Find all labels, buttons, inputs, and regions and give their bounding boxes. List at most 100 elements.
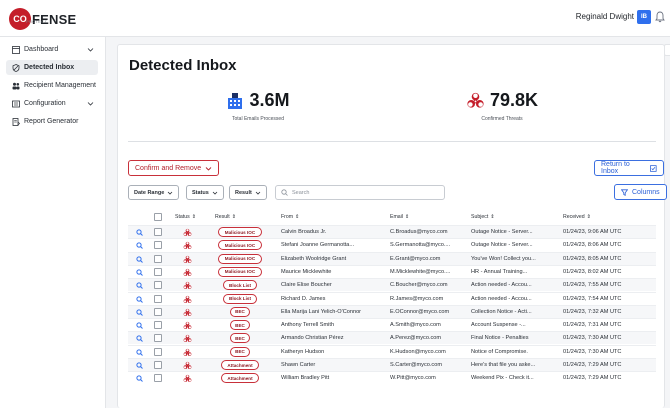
filter-icon — [621, 188, 628, 196]
page-title: Detected Inbox — [129, 57, 237, 74]
row-checkbox[interactable] — [154, 374, 162, 383]
email-cell: E.OConnor@myco.com — [390, 308, 450, 315]
result-filter[interactable]: Result — [229, 185, 267, 200]
columns-button[interactable]: Columns — [614, 184, 667, 200]
magnify-icon[interactable] — [136, 255, 143, 265]
stat-value: 3.6M — [249, 90, 290, 110]
from-cell: Shawn Carter — [281, 362, 316, 368]
table-row[interactable]: BEC Ella Marija Lani Yelich-O'Connor E.OCo… — [128, 304, 656, 318]
stat-confirmed-threats: 79.8K Confirmed Threats — [432, 90, 572, 122]
chevron-down-icon[interactable] — [87, 46, 94, 53]
search-placeholder: Search — [292, 189, 310, 196]
sidebar-item-report-generator[interactable]: Report Generator — [6, 114, 98, 129]
dashboard-icon — [11, 45, 20, 54]
table-row[interactable]: Block List Claire Elise Boucher C.Boucher@… — [128, 278, 656, 292]
received-cell: 01/24/23, 8:06 AM UTC — [563, 242, 622, 249]
from-cell: Stefani Joanne Germanotta... — [281, 242, 355, 249]
date-range-filter[interactable]: Date Range — [128, 185, 180, 200]
bell-icon[interactable] — [655, 11, 665, 23]
sidebar-item-detected-inbox[interactable]: Detected Inbox — [6, 60, 98, 75]
magnify-icon[interactable] — [136, 375, 143, 384]
column-header-email[interactable]: Email ⇕ — [390, 214, 409, 220]
select-all-checkbox[interactable] — [154, 213, 162, 221]
sort-icon: ⇕ — [231, 214, 237, 220]
table-row[interactable]: Malicious IOC Stefani Joanne Germanotta..… — [128, 238, 656, 251]
subject-cell: You've Won! Collect you... — [471, 255, 536, 262]
avatar[interactable]: IB — [637, 10, 651, 24]
column-label: Subject — [471, 214, 489, 220]
result-badge: BEC — [230, 333, 250, 344]
result-badge: Malicious IOC — [218, 227, 262, 237]
magnify-icon[interactable] — [136, 349, 143, 358]
column-header-received[interactable]: Received ⇕ — [563, 214, 591, 220]
table-header: Status ⇕ Result ⇕ From ⇕ Email ⇕ Subject ⇕ Re… — [128, 212, 656, 224]
from-cell: Maurice Micklewhite — [281, 268, 332, 275]
row-checkbox[interactable] — [154, 334, 162, 343]
row-checkbox[interactable] — [154, 254, 162, 263]
sidebar-item-label: Configuration — [24, 100, 66, 107]
column-header-result[interactable]: Result ⇕ — [215, 214, 236, 220]
user-name[interactable]: Reginald Dwight — [576, 12, 634, 21]
email-cell: K.Hudson@myco.com — [390, 348, 446, 355]
row-checkbox[interactable] — [154, 267, 162, 276]
magnify-icon[interactable] — [136, 309, 143, 318]
received-cell: 01/24/23, 7:30 AM UTC — [563, 335, 622, 342]
chevron-down-icon — [167, 191, 173, 195]
table-row[interactable]: Malicious IOC Calvin Broadus Jr. C.Broadus… — [128, 225, 656, 238]
subject-cell: Account Suspense -... — [471, 322, 526, 329]
magnify-icon[interactable] — [136, 322, 143, 331]
divider — [128, 141, 656, 142]
magnify-icon[interactable] — [136, 282, 143, 291]
row-checkbox[interactable] — [154, 361, 162, 369]
magnify-icon[interactable] — [136, 229, 143, 238]
table-row[interactable]: BEC Katheryn Hudson K.Hudson@myco.com Notic… — [128, 344, 656, 358]
subject-cell: Action needed - Accou... — [471, 295, 532, 302]
row-checkbox[interactable] — [154, 294, 162, 303]
button-label: Confirm and Remove — [135, 164, 202, 172]
from-cell: Calvin Broadus Jr. — [281, 229, 327, 235]
received-cell: 01/24/23, 8:02 AM UTC — [563, 268, 622, 275]
column-header-subject[interactable]: Subject ⇕ — [471, 214, 495, 220]
filter-label: Result — [235, 189, 252, 196]
row-checkbox[interactable] — [154, 307, 162, 316]
table-row[interactable]: Malicious IOC Maurice Micklewhite M.Mickle… — [128, 264, 656, 278]
table-row[interactable]: BEC Armando Christian Pérez A.Perez@myco.c… — [128, 331, 656, 345]
chevron-down-icon[interactable] — [87, 100, 94, 107]
magnify-icon[interactable] — [136, 242, 143, 251]
column-header-from[interactable]: From ⇕ — [281, 214, 299, 220]
filter-label: Status — [192, 189, 209, 196]
button-label: Return to Inbox — [601, 161, 630, 175]
row-checkbox[interactable] — [154, 321, 162, 330]
return-to-inbox-button[interactable]: Return to Inbox — [594, 160, 664, 176]
row-checkbox[interactable] — [154, 228, 162, 236]
table-row[interactable]: BEC Anthony Terrell Smith A.Smith@myco.com… — [128, 318, 656, 331]
email-cell: S.Germanotta@myco.... — [390, 242, 451, 249]
shield-icon — [11, 63, 20, 72]
sidebar-item-configuration[interactable]: Configuration — [6, 96, 98, 111]
magnify-icon[interactable] — [136, 362, 143, 371]
subject-cell: Here's that file you aske... — [471, 362, 536, 368]
result-badge: Attachment — [221, 373, 259, 384]
status-filter[interactable]: Status — [186, 185, 224, 200]
column-header-status[interactable]: Status ⇕ — [175, 214, 196, 220]
magnify-icon[interactable] — [136, 269, 143, 278]
magnify-icon[interactable] — [136, 335, 143, 344]
sidebar-item-recipient-management[interactable]: Recipient Management — [6, 78, 98, 93]
biohazard-icon — [183, 374, 192, 385]
magnify-icon[interactable] — [136, 295, 143, 305]
confirm-and-remove-button[interactable]: Confirm and Remove — [128, 160, 220, 176]
sort-icon: ⇕ — [191, 214, 197, 220]
sidebar-item-dashboard[interactable]: Dashboard — [6, 42, 98, 57]
from-cell: Katheryn Hudson — [281, 348, 325, 355]
table-row[interactable]: Attachment Shawn Carter S.Carter@myco.com H… — [128, 358, 656, 371]
row-checkbox[interactable] — [154, 241, 162, 250]
search-input[interactable]: Search — [275, 185, 445, 200]
row-checkbox[interactable] — [154, 347, 162, 356]
table-row[interactable]: Attachment William Bradley Pitt W.Pitt@myc… — [128, 371, 656, 384]
row-checkbox[interactable] — [154, 281, 162, 290]
table-row[interactable]: Malicious IOC Elizabeth Woolridge Grant E.… — [128, 251, 656, 265]
table-row[interactable]: Block List Richard D. James R.James@myco.c… — [128, 291, 656, 305]
main-panel: Detected Inbox 3.6M Total Emails Process… — [117, 44, 667, 408]
received-cell: 01/24/23, 7:55 AM UTC — [563, 282, 622, 289]
sort-icon: ⇕ — [404, 214, 410, 220]
